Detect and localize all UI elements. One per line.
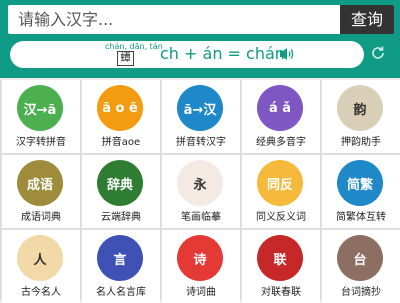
tile-glyph: 联 <box>273 252 287 268</box>
film-lines-icon: 台 <box>337 235 383 281</box>
tile-label: 笔画临摹 <box>181 212 221 223</box>
hanzi-to-pinyin-icon: 汉→ā <box>17 85 63 131</box>
feature-tile[interactable]: 辞典 云端辞典 <box>82 155 160 228</box>
feature-tile[interactable]: ā o ē 拼音aoe <box>82 80 160 153</box>
tile-glyph: 辞典 <box>106 177 133 193</box>
tile-label: 拼音转汉字 <box>176 137 226 148</box>
feature-tile[interactable]: 韵押韵助手 <box>322 80 400 153</box>
poetry-icon: 诗 <box>177 235 223 281</box>
feature-tile[interactable]: ā→汉拼音转汉字 <box>162 80 240 153</box>
tile-label: 同义反义词 <box>256 212 306 223</box>
stroke-copy-icon: 永 <box>177 160 223 206</box>
tile-label: 简繁体互转 <box>336 212 386 223</box>
tile-glyph: 台 <box>353 252 367 268</box>
pinyin-display: chán, dān, tán 蟫 ch + án = chán <box>10 41 364 68</box>
feature-tile[interactable]: 汉→ā 汉字转拼音 <box>2 80 80 153</box>
feature-grid: 汉→ā 汉字转拼音 ā o ē 拼音aoe ā→汉拼音转汉字 á ǎ 经典多音字 韵押韵助手成… <box>0 80 400 303</box>
tile-glyph: 成语 <box>26 177 53 193</box>
famous-people-icon: 人 <box>17 235 63 281</box>
feature-tile[interactable]: 成语 成语词典 <box>2 155 80 228</box>
quotes-icon: 言 <box>97 235 143 281</box>
tile-glyph: ā o ē <box>102 100 138 116</box>
tile-glyph: á ǎ <box>268 100 292 116</box>
feature-tile[interactable]: 诗诗词曲 <box>162 230 240 303</box>
cloud-dictionary-icon: 辞典 <box>97 160 143 206</box>
tile-glyph: 永 <box>193 177 207 193</box>
tile-label: 经典多音字 <box>256 137 306 148</box>
idiom-dictionary-icon: 成语 <box>17 160 63 206</box>
refresh-icon[interactable] <box>370 45 386 65</box>
tile-glyph: 言 <box>113 252 127 268</box>
synonym-antonym-icon: 同反 <box>257 160 303 206</box>
tile-glyph: 同反 <box>266 177 293 193</box>
search-input[interactable]: 请输入汉字... <box>8 5 340 34</box>
tile-label: 汉字转拼音 <box>16 137 66 148</box>
simplified-traditional-icon: 简繁 <box>337 160 383 206</box>
polyphonic-icon: á ǎ <box>257 85 303 131</box>
tile-glyph: 简繁 <box>346 177 373 193</box>
pinyin-to-hanzi-icon: ā→汉 <box>177 85 223 131</box>
tile-label: 拼音aoe <box>101 137 141 148</box>
tile-label: 云端辞典 <box>101 212 141 223</box>
tile-label: 台词摘抄 <box>341 287 381 298</box>
tile-glyph: 诗 <box>193 252 207 268</box>
tile-glyph: ā→汉 <box>183 102 217 118</box>
pinyin-character: 蟫 <box>117 51 134 66</box>
tile-glyph: 人 <box>33 252 47 268</box>
header-bar: 请输入汉字... 查询 chán, dān, tán 蟫 ch + án = c… <box>0 0 400 78</box>
speaker-icon[interactable] <box>278 45 296 67</box>
rhyme-helper-icon: 韵 <box>337 85 383 131</box>
tile-label: 名人名言库 <box>96 287 146 298</box>
feature-tile[interactable]: 言名人名言库 <box>82 230 160 303</box>
feature-tile[interactable]: 同反 同义反义词 <box>242 155 320 228</box>
tile-label: 成语词典 <box>21 212 61 223</box>
couplet-icon: 联 <box>257 235 303 281</box>
search-button[interactable]: 查询 <box>340 5 394 34</box>
pinyin-readings: chán, dān, tán <box>105 42 163 51</box>
feature-tile[interactable]: 联对联春联 <box>242 230 320 303</box>
pinyin-formula: ch + án = chán <box>160 44 285 63</box>
tile-label: 押韵助手 <box>341 137 381 148</box>
feature-tile[interactable]: 人古今名人 <box>2 230 80 303</box>
feature-tile[interactable]: 永笔画临摹 <box>162 155 240 228</box>
feature-tile[interactable]: á ǎ 经典多音字 <box>242 80 320 153</box>
tile-label: 对联春联 <box>261 287 301 298</box>
tile-label: 古今名人 <box>21 287 61 298</box>
tile-glyph: 汉→ā <box>23 102 57 118</box>
pinyin-aoe-icon: ā o ē <box>97 85 143 131</box>
tile-glyph: 韵 <box>353 102 367 118</box>
tile-label: 诗词曲 <box>186 287 216 298</box>
feature-tile[interactable]: 台台词摘抄 <box>322 230 400 303</box>
feature-tile[interactable]: 简繁 简繁体互转 <box>322 155 400 228</box>
